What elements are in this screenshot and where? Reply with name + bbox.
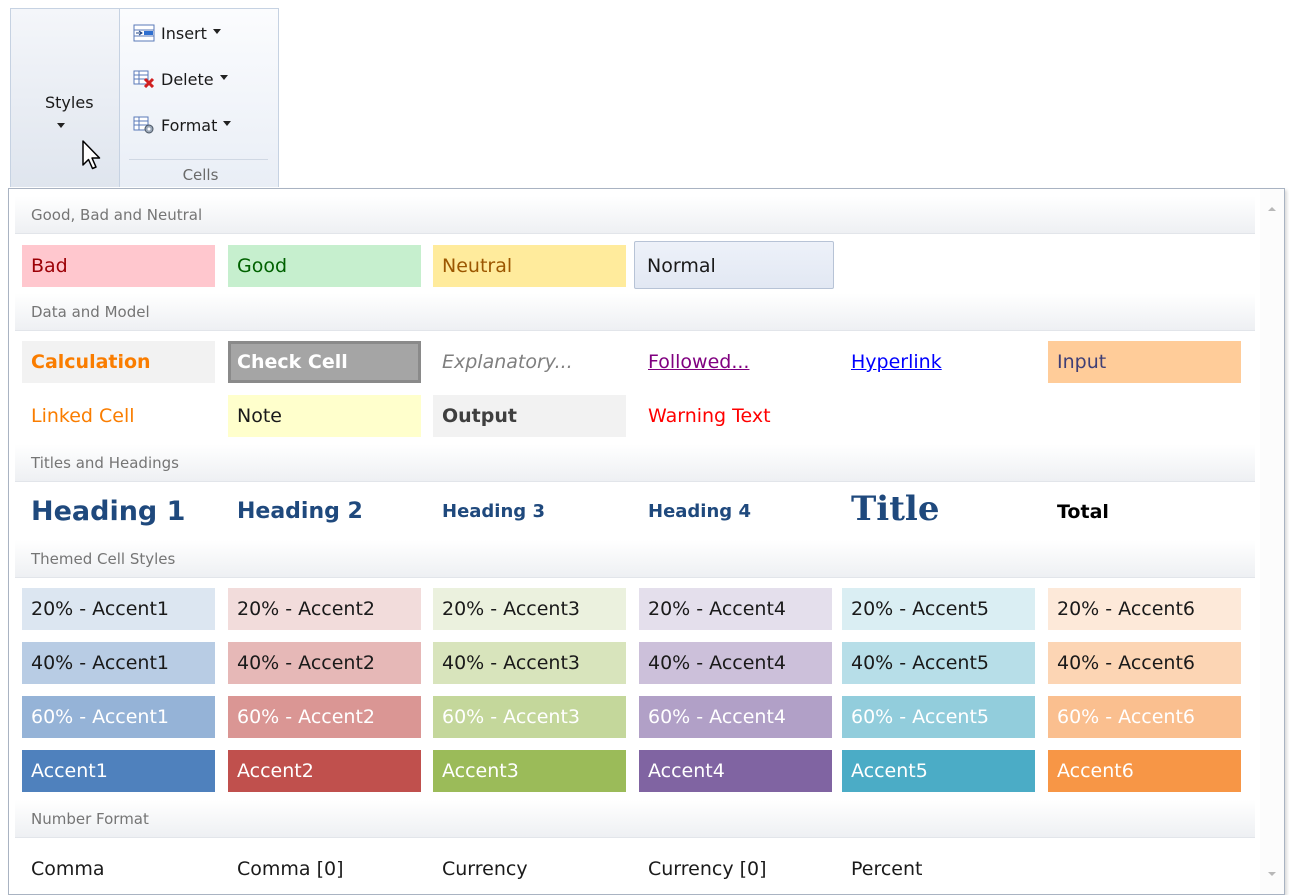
style-hyperlink[interactable]: Hyperlink (842, 341, 1035, 383)
style-heading-4[interactable]: Heading 4 (639, 487, 832, 537)
chevron-down-icon (219, 74, 228, 80)
section-header-titles-and-headings: Titles and Headings (15, 444, 1255, 482)
style-accent4[interactable]: Accent4 (639, 750, 832, 792)
style-warning-text[interactable]: Warning Text (639, 395, 832, 437)
cells-group: Insert Delete Format Cells (123, 9, 278, 187)
section-header-number-format: Number Format (15, 800, 1255, 838)
style-normal[interactable]: Normal (634, 241, 834, 289)
style-60-accent5[interactable]: 60% - Accent5 (842, 696, 1035, 738)
scroll-down-icon[interactable] (1268, 872, 1276, 876)
style-20-accent3[interactable]: 20% - Accent3 (433, 588, 626, 630)
cells-group-label: Cells (182, 166, 219, 184)
style-40-accent3[interactable]: 40% - Accent3 (433, 642, 626, 684)
format-cells-icon (133, 116, 155, 134)
style-currency-0[interactable]: Currency [0] (639, 848, 832, 890)
style-60-accent1[interactable]: 60% - Accent1 (22, 696, 215, 738)
style-accent6[interactable]: Accent6 (1048, 750, 1241, 792)
style-output[interactable]: Output (433, 395, 626, 437)
style-20-accent6[interactable]: 20% - Accent6 (1048, 588, 1241, 630)
style-40-accent2[interactable]: 40% - Accent2 (228, 642, 421, 684)
style-20-accent2[interactable]: 20% - Accent2 (228, 588, 421, 630)
style-60-accent3[interactable]: 60% - Accent3 (433, 696, 626, 738)
style-neutral[interactable]: Neutral (433, 245, 626, 287)
section-header-data-and-model: Data and Model (15, 293, 1255, 331)
delete-label: Delete (161, 69, 214, 89)
insert-button[interactable]: Insert (133, 21, 221, 45)
style-60-accent6[interactable]: 60% - Accent6 (1048, 696, 1241, 738)
chevron-down-icon (57, 123, 65, 128)
style-currency[interactable]: Currency (433, 848, 626, 890)
style-heading-3[interactable]: Heading 3 (433, 487, 626, 537)
style-40-accent6[interactable]: 40% - Accent6 (1048, 642, 1241, 684)
style-calculation[interactable]: Calculation (22, 341, 215, 383)
style-title[interactable]: Title (842, 481, 1035, 537)
style-heading-2[interactable]: Heading 2 (228, 487, 421, 537)
style-20-accent4[interactable]: 20% - Accent4 (639, 588, 832, 630)
style-input[interactable]: Input (1048, 341, 1241, 383)
style-accent2[interactable]: Accent2 (228, 750, 421, 792)
insert-label: Insert (161, 23, 207, 43)
style-accent1[interactable]: Accent1 (22, 750, 215, 792)
style-percent[interactable]: Percent (842, 848, 1035, 890)
chevron-down-icon (212, 28, 221, 34)
style-20-accent5[interactable]: 20% - Accent5 (842, 588, 1035, 630)
section-header-themed-cell-styles: Themed Cell Styles (15, 540, 1255, 578)
style-40-accent4[interactable]: 40% - Accent4 (639, 642, 832, 684)
style-40-accent1[interactable]: 40% - Accent1 (22, 642, 215, 684)
delete-cells-icon (133, 70, 155, 89)
cell-styles-gallery: Good, Bad and Neutral Bad Good Neutral N… (8, 188, 1285, 895)
format-label: Format (161, 115, 218, 135)
mouse-cursor-icon (82, 140, 101, 170)
style-60-accent4[interactable]: 60% - Accent4 (639, 696, 832, 738)
style-accent3[interactable]: Accent3 (433, 750, 626, 792)
format-button[interactable]: Format (133, 113, 232, 137)
style-total[interactable]: Total (1048, 487, 1241, 537)
group-divider (129, 159, 268, 160)
insert-cells-icon (133, 24, 155, 42)
style-linked-cell[interactable]: Linked Cell (22, 395, 215, 437)
style-20-accent1[interactable]: 20% - Accent1 (22, 588, 215, 630)
scroll-up-icon[interactable] (1268, 207, 1276, 211)
style-accent5[interactable]: Accent5 (842, 750, 1035, 792)
style-bad[interactable]: Bad (22, 245, 215, 287)
style-60-accent2[interactable]: 60% - Accent2 (228, 696, 421, 738)
style-followed-hyperlink[interactable]: Followed... (639, 341, 832, 383)
ribbon: Styles Insert Delete Format Cells (10, 8, 279, 187)
chevron-down-icon (223, 120, 232, 126)
style-comma-0[interactable]: Comma [0] (228, 848, 421, 890)
style-40-accent5[interactable]: 40% - Accent5 (842, 642, 1035, 684)
style-comma[interactable]: Comma (22, 848, 215, 890)
style-explanatory[interactable]: Explanatory... (433, 341, 626, 383)
styles-label: Styles (45, 93, 94, 112)
section-header-good-bad-neutral: Good, Bad and Neutral (15, 196, 1255, 234)
style-good[interactable]: Good (228, 245, 421, 287)
delete-button[interactable]: Delete (133, 67, 228, 91)
styles-button[interactable]: Styles (11, 9, 120, 187)
gallery-scrollbar[interactable] (1260, 189, 1284, 894)
style-note[interactable]: Note (228, 395, 421, 437)
style-check-cell[interactable]: Check Cell (228, 341, 421, 383)
style-heading-1[interactable]: Heading 1 (22, 487, 215, 537)
